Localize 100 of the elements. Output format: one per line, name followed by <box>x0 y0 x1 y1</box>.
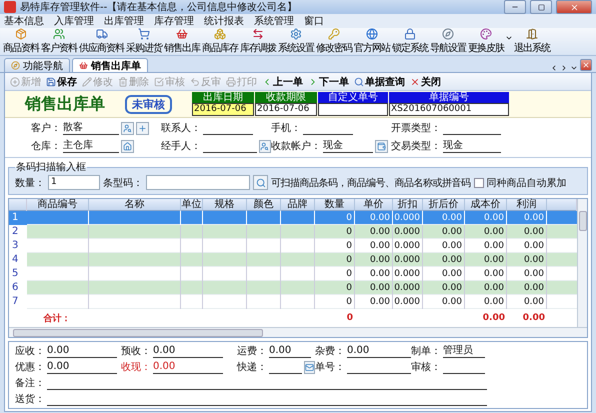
table-cell: 0.000 <box>393 295 423 309</box>
trash-icon <box>118 76 128 86</box>
toolbar-button[interactable]: 单据查询 <box>353 74 406 88</box>
field-header: 自定义单号 <box>318 92 388 103</box>
toolbar-button[interactable]: 导航设置 <box>429 28 467 55</box>
menu-item[interactable]: 入库管理 <box>54 14 94 28</box>
field-label: 备注： <box>15 376 45 390</box>
input-field[interactable] <box>146 175 250 190</box>
plus-icon <box>10 76 20 86</box>
field-label: 快递： <box>237 360 267 374</box>
input-field[interactable]: 0.00 <box>269 345 311 358</box>
toolbar-button[interactable]: 销售出库 <box>163 28 201 55</box>
input-field[interactable] <box>318 103 388 116</box>
vertical-scrollbar[interactable] <box>577 199 587 327</box>
input-field[interactable]: 2016-07-06 <box>192 103 254 116</box>
toolbar-button[interactable]: 上一单 <box>261 74 304 88</box>
table-row[interactable]: 4 0 0.00 0.000 0.00 0.00 0.00 <box>9 253 577 267</box>
field-label: 交易类型： <box>391 140 441 153</box>
menu-item[interactable]: 库存管理 <box>154 14 194 28</box>
globe-icon <box>366 28 378 40</box>
input-field[interactable]: 0.00 <box>347 345 411 358</box>
search-icon <box>354 76 364 86</box>
toolbar-button[interactable]: 保存 <box>45 74 78 88</box>
table-cell: 0 <box>315 295 355 309</box>
input-field[interactable]: 管理员 <box>443 345 485 358</box>
table-row[interactable]: 7 0 0.00 0.000 0.00 0.00 0.00 <box>9 295 577 309</box>
input-field[interactable]: 散客 <box>63 122 119 135</box>
minimize-button[interactable] <box>504 0 526 14</box>
field-label: 杂费： <box>315 344 345 358</box>
close-button[interactable] <box>556 0 592 14</box>
settings-icon <box>290 28 302 40</box>
menu-item[interactable]: 窗口 <box>304 14 324 28</box>
menu-item[interactable]: 基本信息 <box>4 14 44 28</box>
horizontal-scrollbar[interactable] <box>9 327 587 337</box>
undo-icon <box>190 76 200 86</box>
maximize-icon <box>538 4 544 10</box>
checkbox[interactable] <box>474 178 484 188</box>
input-field[interactable]: XS201607060001 <box>389 103 509 116</box>
add-button[interactable] <box>136 122 149 135</box>
row-number: 4 <box>9 253 27 267</box>
field-label: 审核： <box>411 360 441 374</box>
tab[interactable]: 功能导航 <box>4 58 70 72</box>
row-number: 5 <box>9 267 27 281</box>
table-row[interactable]: 3 0 0.00 0.000 0.00 0.00 0.00 <box>9 239 577 253</box>
tab[interactable]: 销售出库单 <box>72 58 148 72</box>
input-field[interactable]: 2016-07-06 <box>255 103 317 116</box>
menu-item[interactable]: 系统管理 <box>254 14 294 28</box>
toolbar-button[interactable]: 修改密码 <box>315 28 353 55</box>
field-label: 开票类型： <box>391 122 441 135</box>
palette-icon <box>480 28 492 40</box>
toolbar-button[interactable]: 官方网站 <box>353 28 391 55</box>
input-field[interactable]: 现金 <box>443 140 501 153</box>
table-cell-text: 0.00 <box>522 313 546 323</box>
toolbar-button[interactable]: 商品资料 <box>2 28 40 55</box>
toolbar-button[interactable]: 客户资料 <box>40 28 78 55</box>
toolbar-button[interactable]: 供应商资料 <box>78 28 125 55</box>
menu-item[interactable]: 统计报表 <box>204 14 244 28</box>
tab-list-icon[interactable] <box>570 64 578 72</box>
mail-button[interactable] <box>304 361 315 374</box>
scroll-left-icon[interactable] <box>550 64 558 72</box>
toolbar-button[interactable]: 下一单 <box>307 74 350 88</box>
input-field[interactable]: 0.00 <box>47 345 117 358</box>
toolbar-button[interactable]: 锁定系统 <box>391 28 429 55</box>
toolbar-button[interactable]: 更换皮肤 <box>467 28 513 55</box>
input-field[interactable]: 0.00 <box>47 361 117 374</box>
table-row[interactable]: 5 0 0.00 0.000 0.00 0.00 0.00 <box>9 267 577 281</box>
input-field[interactable]: 现金 <box>323 140 373 153</box>
toolbar-button[interactable]: 关闭 <box>409 74 442 88</box>
person-search-button[interactable] <box>121 122 134 135</box>
table-row[interactable]: 2 0 0.00 0.000 0.00 0.00 0.00 <box>9 225 577 239</box>
maximize-button[interactable] <box>530 0 552 14</box>
close-icon <box>570 2 578 12</box>
field-label: 收款帐户： <box>271 140 321 153</box>
table-cell: 0.00 <box>423 295 465 309</box>
scroll-right-icon[interactable] <box>560 64 568 72</box>
close-tab-button[interactable] <box>580 59 592 71</box>
input-field[interactable]: 主仓库 <box>63 140 119 153</box>
input-field[interactable]: 1 <box>48 175 100 190</box>
menu-item[interactable]: 出库管理 <box>104 14 144 28</box>
add-icon <box>138 124 147 133</box>
table-row[interactable]: 6 0 0.00 0.000 0.00 0.00 0.00 <box>9 281 577 295</box>
house-button[interactable] <box>121 140 134 153</box>
toolbar-button[interactable]: 商品库存 <box>201 28 239 55</box>
panel-title: 条码扫描输入框 <box>15 160 87 174</box>
toolbar-button[interactable]: 系统设置 <box>277 28 315 55</box>
basket-icon <box>79 61 88 70</box>
wallet-button[interactable] <box>375 140 388 153</box>
status-stamp: 未审核 <box>125 94 172 114</box>
check-icon <box>154 76 164 86</box>
truck-icon <box>96 28 108 40</box>
toolbar-button[interactable]: 库存调拨 <box>239 28 277 55</box>
field-label: 优惠： <box>15 360 45 374</box>
person-search-button[interactable] <box>258 140 271 153</box>
toolbar-button[interactable]: 采购进货 <box>125 28 163 55</box>
input-field[interactable]: 0.00 <box>153 345 223 358</box>
search-button[interactable] <box>253 175 268 190</box>
input-field[interactable]: 0.00 <box>153 361 223 374</box>
house-icon <box>123 142 132 151</box>
toolbar-button[interactable]: 退出系统 <box>513 28 551 55</box>
caret-icon <box>505 34 513 42</box>
